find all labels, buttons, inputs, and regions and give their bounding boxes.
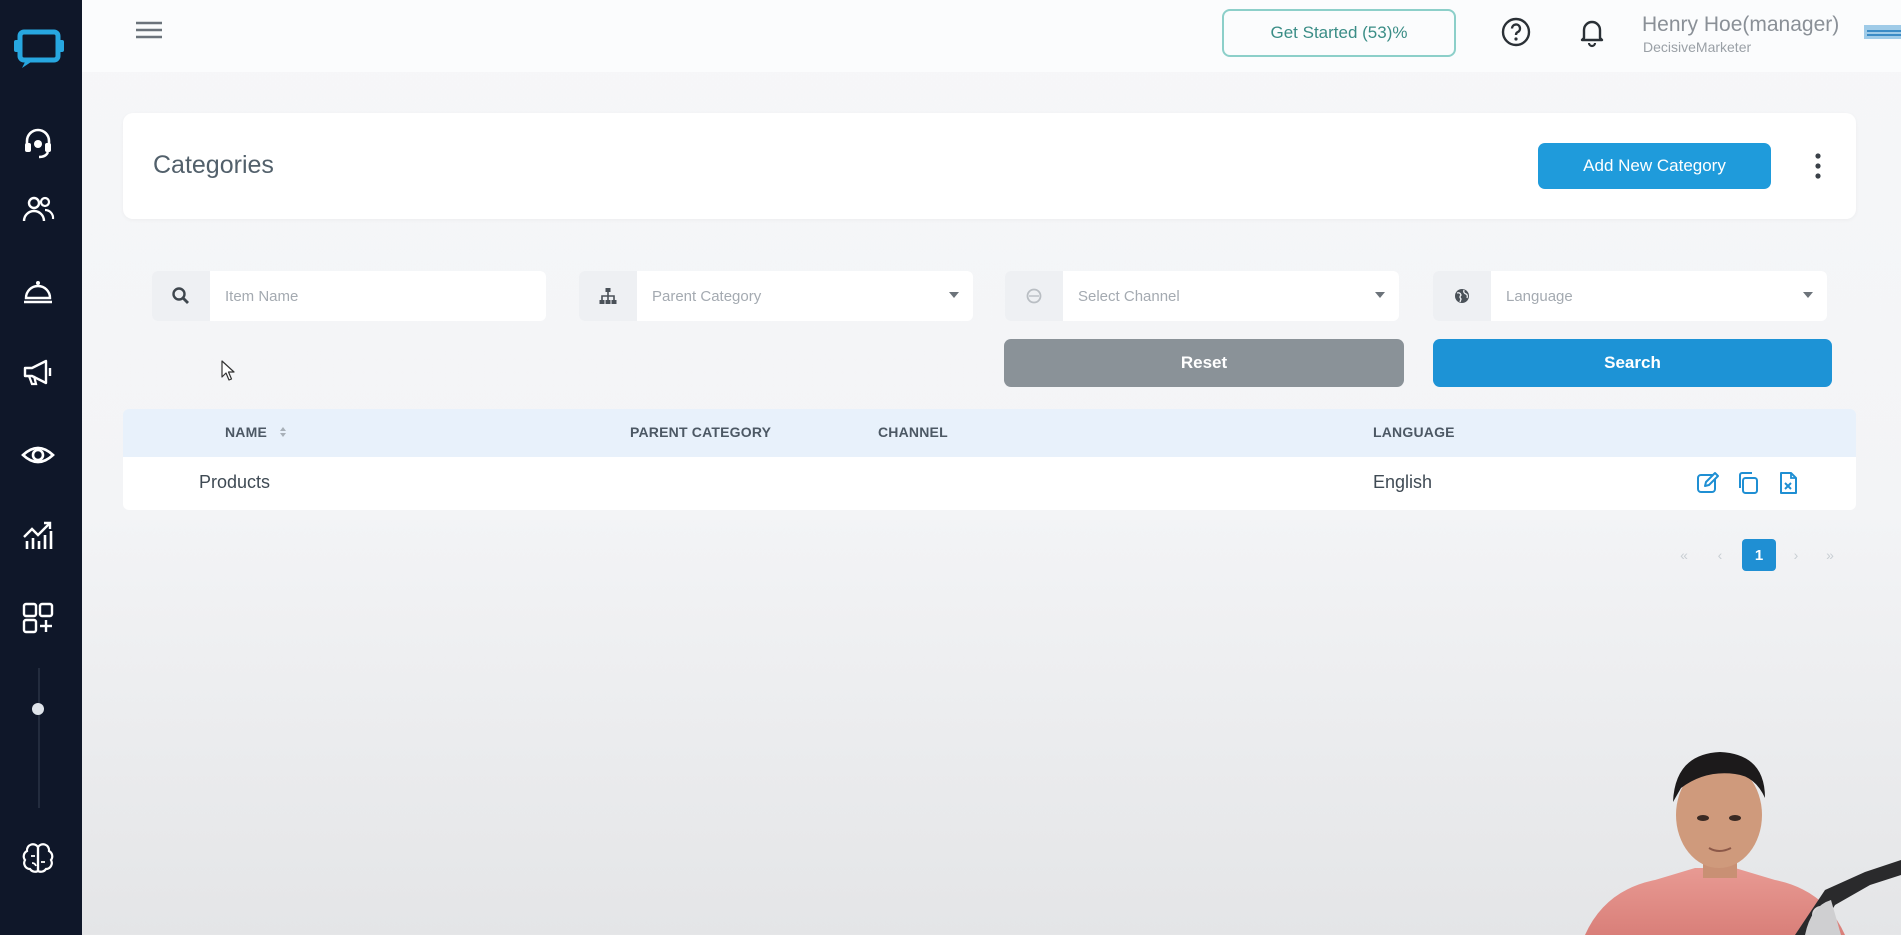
more-options-icon[interactable] — [1811, 151, 1825, 181]
users-icon[interactable] — [19, 190, 57, 228]
column-header-language: LANGUAGE — [1373, 424, 1455, 440]
pagination-next[interactable]: › — [1784, 539, 1808, 571]
add-new-category-button[interactable]: Add New Category — [1538, 143, 1771, 189]
sidebar-divider — [38, 668, 40, 808]
apps-add-icon[interactable] — [19, 599, 57, 637]
item-name-filter — [152, 271, 546, 321]
brain-icon[interactable] — [19, 840, 57, 878]
column-header-channel: CHANNEL — [878, 424, 948, 440]
copy-icon[interactable] — [1735, 470, 1761, 496]
hierarchy-icon — [579, 271, 637, 321]
cell-language: English — [1373, 472, 1433, 492]
column-header-name[interactable]: NAME — [225, 424, 267, 440]
channel-icon — [1005, 271, 1063, 321]
mouse-cursor-icon — [221, 360, 235, 381]
user-name[interactable]: Henry Hoe(manager) — [1642, 13, 1839, 37]
notification-bell-icon[interactable] — [1576, 16, 1608, 48]
pagination-page-1[interactable]: 1 — [1742, 539, 1776, 571]
sidebar-scroll-handle[interactable] — [32, 703, 44, 715]
table-row: Products English — [123, 457, 1856, 510]
dropdown-caret-icon — [1803, 292, 1813, 298]
channel-select[interactable]: Select Channel — [1005, 271, 1399, 321]
headset-icon[interactable] — [19, 124, 57, 162]
logo-icon[interactable] — [12, 26, 64, 72]
item-name-input[interactable] — [225, 287, 546, 305]
page-header-card: Categories Add New Category — [123, 113, 1856, 219]
edit-icon[interactable] — [1695, 470, 1721, 496]
globe-icon — [1433, 271, 1491, 321]
help-icon[interactable] — [1500, 16, 1532, 48]
reset-button[interactable]: Reset — [1004, 339, 1404, 387]
topbar: Get Started (53)% Henry Hoe(manager) Dec… — [82, 0, 1901, 72]
search-button[interactable]: Search — [1433, 339, 1832, 387]
pagination-first[interactable]: « — [1672, 539, 1696, 571]
webcam-overlay-image — [1585, 752, 1901, 935]
language-value: Language — [1506, 287, 1573, 305]
hamburger-menu-icon[interactable] — [134, 18, 164, 42]
megaphone-icon[interactable] — [19, 353, 57, 391]
analytics-chart-icon[interactable] — [19, 517, 57, 555]
parent-category-select[interactable]: Parent Category — [579, 271, 973, 321]
pagination-prev[interactable]: ‹ — [1708, 539, 1732, 571]
company-logo-icon — [1864, 25, 1901, 39]
service-bell-icon[interactable] — [19, 272, 57, 310]
table-header: NAME PARENT CATEGORY CHANNEL LANGUAGE — [123, 409, 1856, 457]
search-icon — [152, 271, 210, 321]
column-header-parent-category: PARENT CATEGORY — [630, 424, 772, 440]
eye-icon[interactable] — [19, 436, 57, 474]
parent-category-value: Parent Category — [652, 287, 762, 305]
pagination-last[interactable]: » — [1818, 539, 1842, 571]
cell-name: Products — [199, 472, 271, 492]
delete-file-icon[interactable] — [1775, 470, 1801, 496]
dropdown-caret-icon — [1375, 292, 1385, 298]
sidebar — [0, 0, 82, 935]
language-select[interactable]: Language — [1433, 271, 1827, 321]
sort-icon[interactable] — [278, 424, 288, 440]
dropdown-caret-icon — [949, 292, 959, 298]
channel-value: Select Channel — [1078, 287, 1180, 305]
user-organization: DecisiveMarketer — [1643, 39, 1752, 55]
get-started-button[interactable]: Get Started (53)% — [1222, 9, 1456, 57]
page-title: Categories — [153, 151, 274, 179]
